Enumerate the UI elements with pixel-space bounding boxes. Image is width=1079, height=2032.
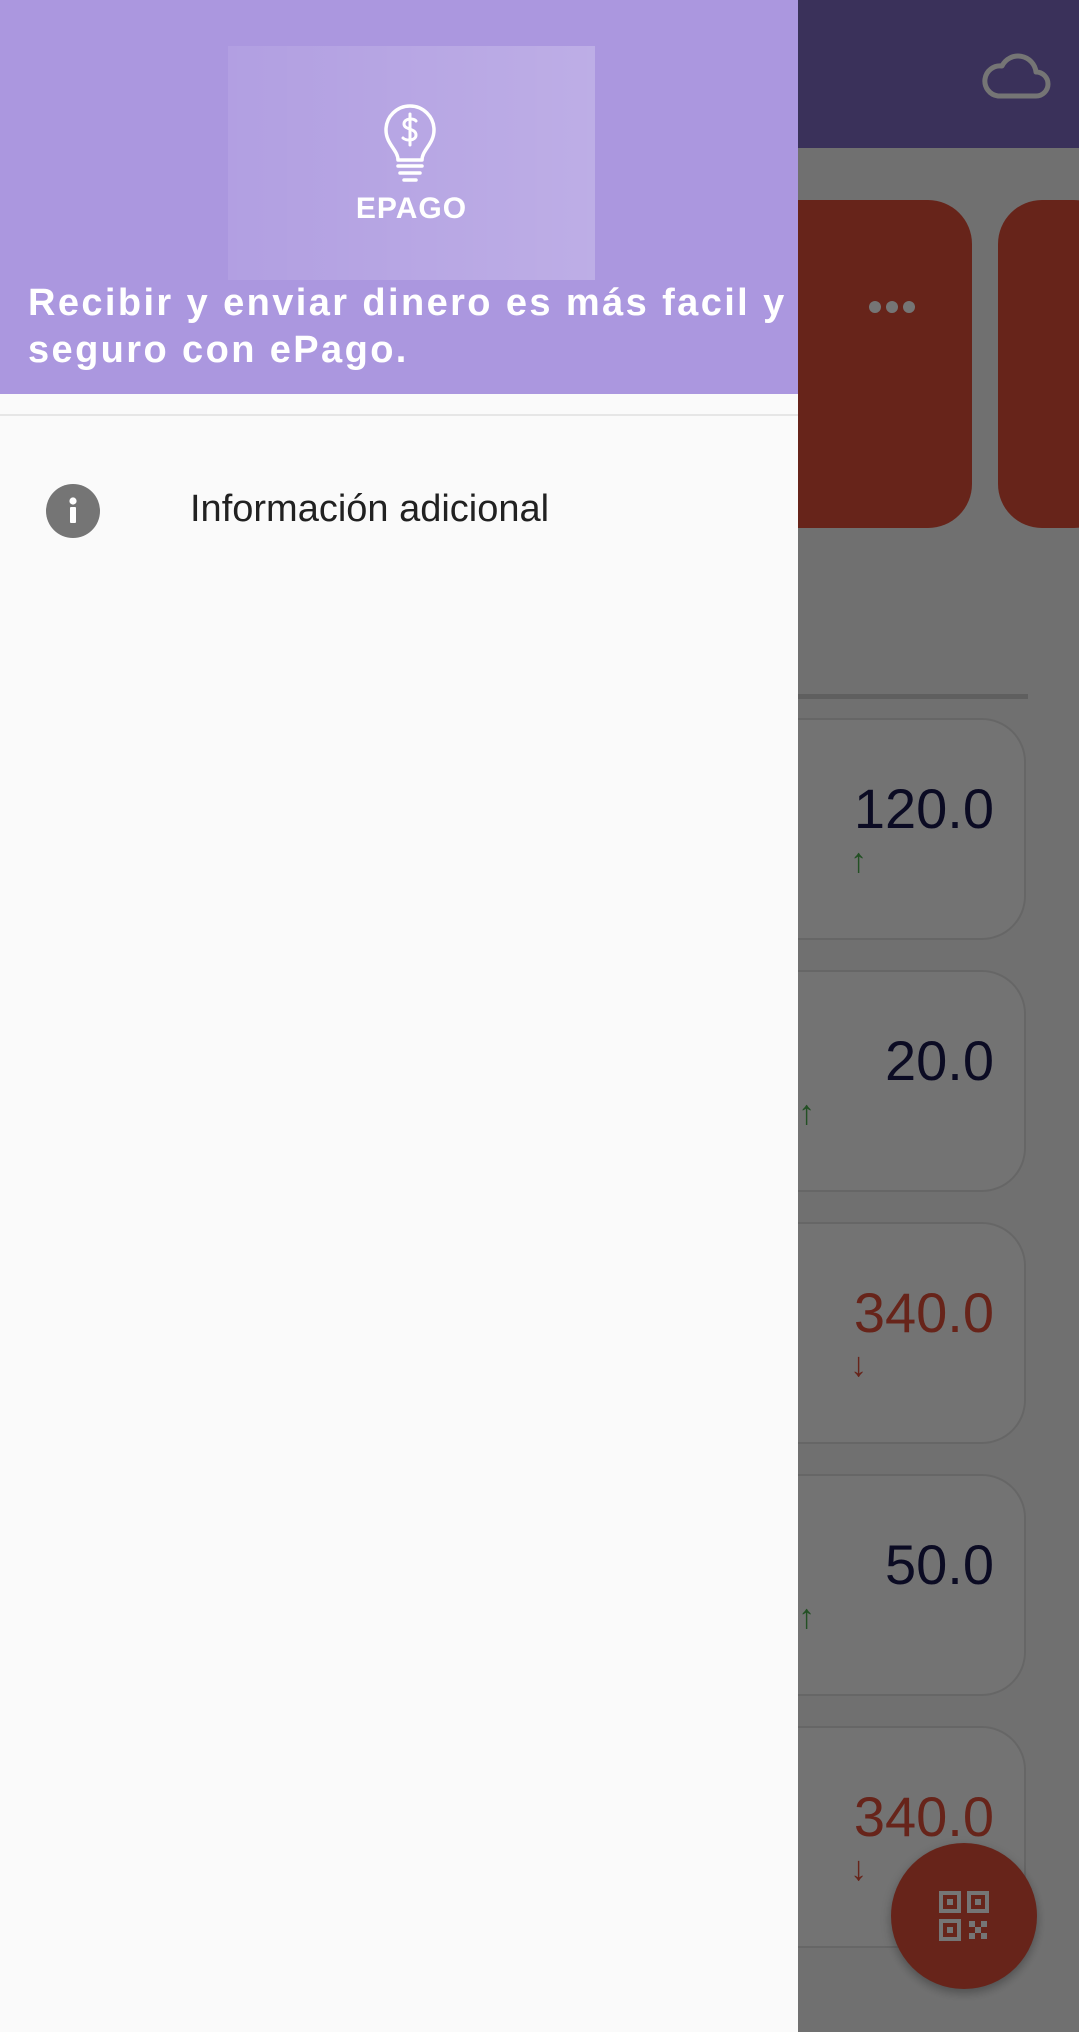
app-logo: EPAGO — [228, 46, 595, 280]
logo-wordmark: EPAGO — [355, 192, 468, 225]
navigation-drawer: EPAGO Recibir y enviar dinero es más fac… — [0, 0, 798, 2032]
drawer-header: EPAGO Recibir y enviar dinero es más fac… — [0, 0, 798, 394]
drawer-tagline: Recibir y enviar dinero es más facil y s… — [28, 282, 787, 371]
drawer-item-additional-info[interactable]: Información adicional — [0, 460, 798, 560]
drawer-item-label: Información adicional — [190, 488, 550, 530]
drawer-divider — [0, 414, 798, 416]
info-icon — [46, 484, 100, 538]
lightbulb-dollar-icon — [384, 104, 436, 182]
